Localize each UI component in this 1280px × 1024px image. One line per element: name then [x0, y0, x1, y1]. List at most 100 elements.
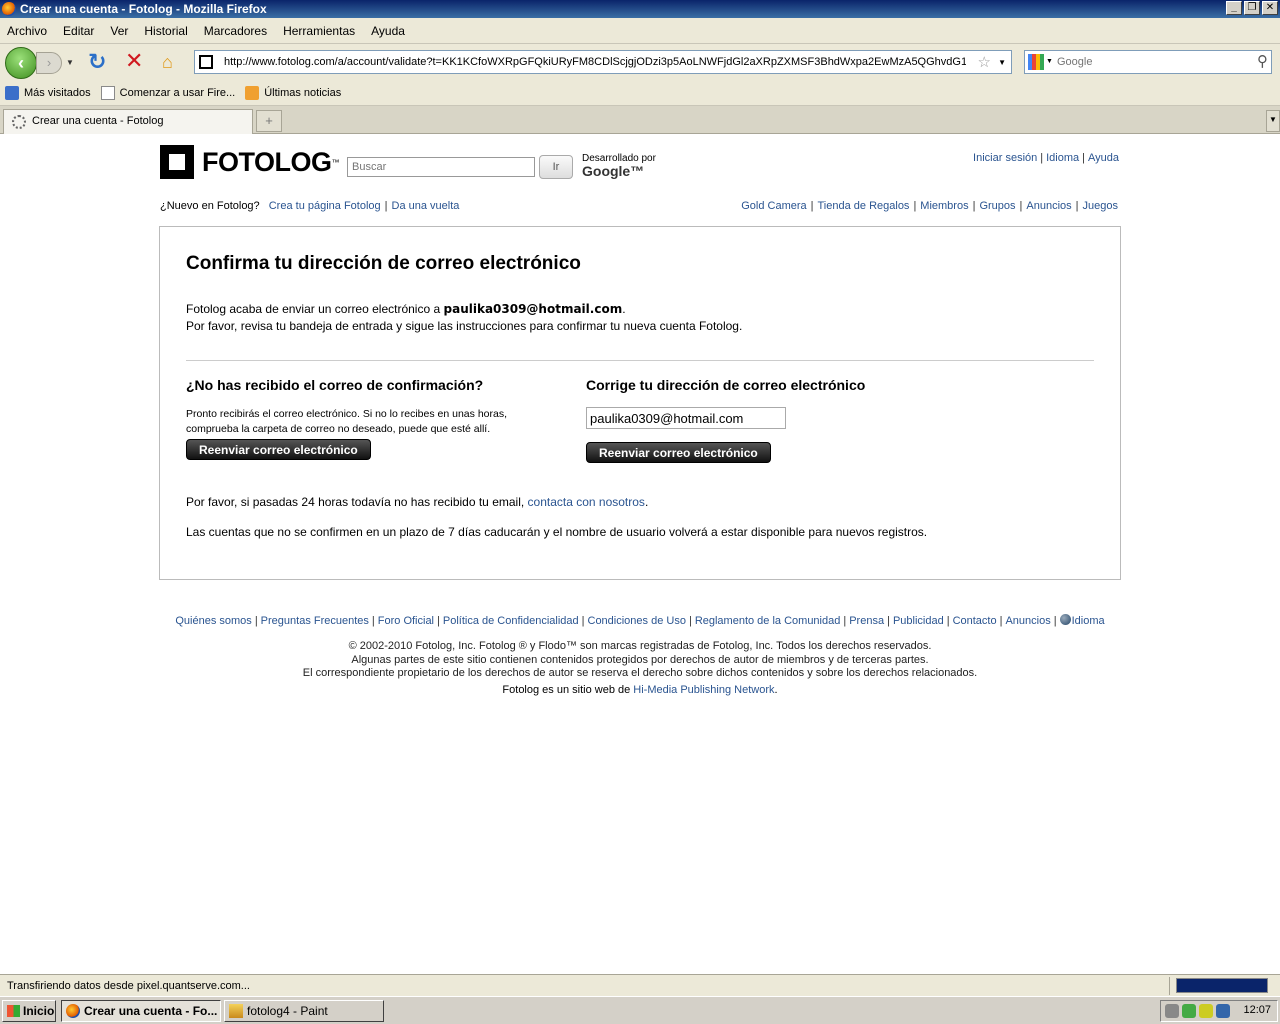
status-divider [1169, 977, 1170, 995]
stop-icon[interactable]: ✕ [125, 49, 143, 73]
navigation-toolbar: ‹ › ▼ ↻ ✕ ⌂ http://www.fotolog.com/a/acc… [0, 44, 1280, 80]
footer-foro[interactable]: Foro Oficial [378, 615, 434, 627]
home-icon[interactable]: ⌂ [162, 50, 173, 74]
nav-tienda[interactable]: Tienda de Regalos [818, 200, 910, 212]
footer-rules[interactable]: Reglamento de la Comunidad [695, 615, 841, 627]
footer-terms[interactable]: Condiciones de Uso [588, 615, 686, 627]
create-page-link[interactable]: Crea tu página Fotolog [269, 200, 381, 212]
menu-historial[interactable]: Historial [144, 24, 187, 38]
chevron-down-icon: ▼ [1269, 115, 1277, 124]
menu-herramientas[interactable]: Herramientas [283, 24, 355, 38]
resend-section: ¿No has recibido el correo de confirmaci… [186, 377, 546, 460]
menu-ayuda[interactable]: Ayuda [371, 24, 405, 38]
windows-logo-icon [7, 1005, 20, 1017]
fotolog-logo-square [160, 145, 194, 179]
new-tab-button[interactable]: + [256, 110, 282, 132]
url-text[interactable]: http://www.fotolog.com/a/account/validat… [224, 56, 966, 68]
site-identity-icon[interactable] [199, 55, 213, 69]
back-arrow-icon: ‹ [18, 53, 24, 73]
site-search-button[interactable]: Ir [539, 155, 573, 179]
footer-anuncios[interactable]: Anuncios [1005, 615, 1050, 627]
help-link[interactable]: Ayuda [1088, 152, 1119, 164]
history-dropdown-icon[interactable]: ▼ [66, 58, 74, 67]
tab-crear-cuenta[interactable]: Crear una cuenta - Fotolog [3, 109, 253, 134]
himedia-link[interactable]: Hi-Media Publishing Network [633, 684, 774, 696]
minimize-button[interactable]: _ [1226, 1, 1242, 15]
firefox-icon [2, 2, 16, 16]
resend-email-button[interactable]: Reenviar correo electrónico [186, 439, 371, 460]
footer-publicidad[interactable]: Publicidad [893, 615, 944, 627]
engine-dropdown-icon[interactable]: ▼ [1046, 58, 1053, 65]
browser-search-input[interactable] [1057, 54, 1247, 70]
bookmark-comenzar[interactable]: Comenzar a usar Fire... [100, 85, 235, 100]
sent-message: Fotolog acaba de enviar un correo electr… [186, 302, 743, 333]
taskbar-item-paint[interactable]: fotolog4 - Paint [224, 1000, 384, 1022]
tray-security-icon[interactable] [1199, 1004, 1213, 1018]
tray-speaker-icon[interactable] [1165, 1004, 1179, 1018]
tray-monitor-icon[interactable] [1216, 1004, 1230, 1018]
menu-archivo[interactable]: Archivo [7, 24, 47, 38]
fotolog-logo[interactable]: FOTOLOG ™ [160, 145, 340, 179]
forward-button[interactable]: › [36, 52, 62, 74]
globe-icon [1059, 614, 1071, 625]
language-link[interactable]: Idioma [1046, 152, 1079, 164]
page-title: Confirma tu dirección de correo electrón… [186, 253, 581, 274]
nav-grupos[interactable]: Grupos [979, 200, 1015, 212]
tab-strip: Crear una cuenta - Fotolog + ▼ [0, 106, 1280, 134]
menu-marcadores[interactable]: Marcadores [204, 24, 267, 38]
forward-arrow-icon: › [46, 55, 52, 70]
window-controls: _ ❐ ✕ [1226, 1, 1278, 15]
nav-gold-camera[interactable]: Gold Camera [741, 200, 806, 212]
menu-editar[interactable]: Editar [63, 24, 94, 38]
footer-contacto[interactable]: Contacto [953, 615, 997, 627]
resend-corrected-email-button[interactable]: Reenviar correo electrónico [586, 442, 771, 463]
footer-privacy[interactable]: Política de Confidencialidad [443, 615, 579, 627]
email-field[interactable] [586, 407, 786, 429]
google-engine-icon[interactable] [1028, 54, 1044, 70]
start-button[interactable]: Inicio [2, 1000, 56, 1022]
nav-miembros[interactable]: Miembros [920, 200, 968, 212]
loading-progress-bar [1176, 978, 1268, 993]
browser-search-box[interactable]: ▼ ⚲ [1024, 50, 1272, 74]
tray-network-icon[interactable] [1182, 1004, 1196, 1018]
paint-icon [229, 1004, 243, 1018]
url-dropdown-icon[interactable]: ▼ [998, 58, 1006, 67]
footer-prensa[interactable]: Prensa [849, 615, 884, 627]
tab-list-button[interactable]: ▼ [1266, 110, 1280, 132]
copyright: © 2002-2010 Fotolog, Inc. Fotolog ® y Fl… [302, 640, 978, 679]
close-button[interactable]: ✕ [1262, 1, 1278, 15]
instructions: Por favor, revisa tu bandeja de entrada … [186, 319, 743, 333]
nav-anuncios[interactable]: Anuncios [1026, 200, 1071, 212]
reload-icon[interactable]: ↻ [88, 50, 106, 74]
plus-icon: + [265, 113, 273, 128]
footer-links: Quiénes somos | Preguntas Frecuentes | Foro … [175, 614, 1105, 627]
status-text: Transfiriendo datos desde pixel.quantser… [7, 980, 250, 992]
back-button[interactable]: ‹ [5, 47, 37, 79]
divider [186, 360, 1094, 361]
window-title: Crear una cuenta - Fotolog - Mozilla Fir… [20, 2, 267, 16]
bookmark-ultimas-noticias[interactable]: Últimas noticias [245, 85, 341, 100]
maximize-button[interactable]: ❐ [1244, 1, 1260, 15]
taskbar-item-firefox[interactable]: Crear una cuenta - Fo... [61, 1000, 221, 1022]
fotolog-logo-text: FOTOLOG [202, 147, 332, 177]
login-link[interactable]: Iniciar sesión [973, 152, 1037, 164]
take-tour-link[interactable]: Da una vuelta [392, 200, 460, 212]
bookmark-star-icon[interactable]: ☆ [978, 53, 991, 71]
system-tray: 12:07 [1160, 1000, 1278, 1022]
bookmark-mas-visitados[interactable]: Más visitados [5, 85, 91, 100]
address-bar[interactable]: http://www.fotolog.com/a/account/validat… [194, 50, 1012, 74]
menu-ver[interactable]: Ver [110, 24, 128, 38]
site-search-input[interactable] [347, 157, 535, 177]
nav-juegos[interactable]: Juegos [1083, 200, 1118, 212]
contact-us-link[interactable]: contacta con nosotros [528, 495, 645, 509]
firefox-icon [66, 1004, 80, 1018]
sent-email: paulika0309@hotmail.com [443, 302, 623, 316]
footer-quienes-somos[interactable]: Quiénes somos [175, 615, 251, 627]
search-icon[interactable]: ⚲ [1257, 52, 1268, 70]
progress-fill [1177, 979, 1267, 992]
rss-icon [245, 85, 260, 100]
resend-heading: ¿No has recibido el correo de confirmaci… [186, 377, 484, 393]
footer-faq[interactable]: Preguntas Frecuentes [261, 615, 369, 627]
new-user-links: ¿Nuevo en Fotolog? Crea tu página Fotolo… [160, 200, 460, 212]
footer-idioma[interactable]: Idioma [1072, 615, 1105, 627]
